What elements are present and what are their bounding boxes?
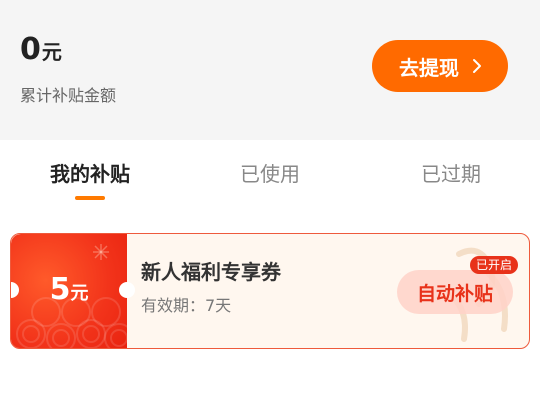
- coupon-amount: 5: [49, 272, 71, 307]
- coupon-value: 5元: [11, 272, 127, 307]
- withdraw-label: 去提现: [399, 55, 459, 80]
- coupon-card[interactable]: 5元 新人福利专享券 有效期：7天 自动补贴 已开启: [10, 233, 530, 349]
- coupon-title: 新人福利专享券: [141, 260, 281, 284]
- coupon-notch-right: [119, 282, 135, 298]
- auto-subsidy-button[interactable]: 自动补贴: [397, 270, 513, 314]
- chevron-right-icon: [473, 59, 481, 73]
- status-badge: 已开启: [470, 256, 519, 274]
- tab-expired[interactable]: 已过期: [391, 158, 511, 187]
- tab-my-subsidy[interactable]: 我的补贴: [30, 158, 150, 187]
- coupon-validity: 有效期：7天: [141, 296, 232, 315]
- tab-bar: 我的补贴 已使用 已过期: [0, 140, 540, 212]
- withdraw-button[interactable]: 去提现: [372, 40, 508, 92]
- tab-used[interactable]: 已使用: [210, 158, 330, 187]
- active-tab-indicator: [75, 196, 105, 200]
- summary-header: 0元 累计补贴金额 去提现: [0, 0, 540, 140]
- amount-value: 0: [20, 32, 41, 67]
- coupon-value-panel: 5元: [11, 234, 127, 348]
- subsidy-amount: 0元: [20, 32, 62, 67]
- amount-unit: 元: [41, 40, 62, 64]
- amount-caption: 累计补贴金额: [20, 86, 117, 105]
- coupon-unit: 元: [70, 283, 89, 304]
